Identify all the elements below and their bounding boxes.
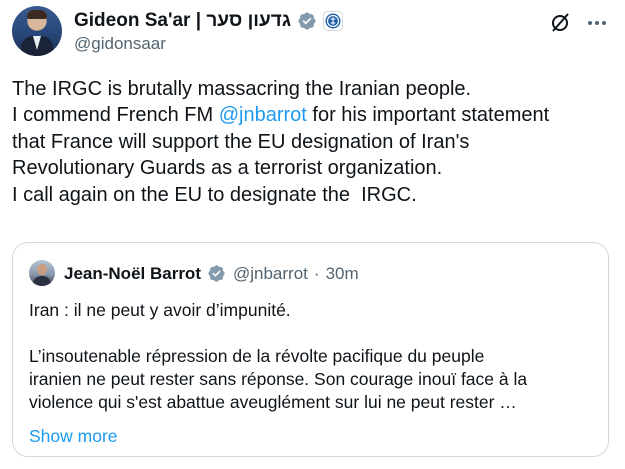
separator-dot: · xyxy=(313,264,320,283)
tweet-header: Gideon Sa'ar | גדעון סער @gidonsaar xyxy=(12,6,613,56)
tweet-line: I commend French FM @jnbarrot for his im… xyxy=(12,104,550,127)
author-handle[interactable]: @gidonsaar xyxy=(74,34,166,54)
tweet-line: The IRGC is brutally massacring the Iran… xyxy=(12,78,472,100)
quoted-author-handle[interactable]: @jnbarrot xyxy=(233,264,308,284)
author-avatar[interactable] xyxy=(12,6,62,56)
show-more-link[interactable]: Show more xyxy=(29,426,118,447)
quoted-line: iranien ne peut rester sans réponse. Son… xyxy=(29,369,528,389)
tweet-line: Revolutionary Guards as a terrorist orga… xyxy=(12,157,443,180)
author-name-row: Gideon Sa'ar | גדעון סער xyxy=(74,10,343,32)
quoted-tweet-card[interactable]: Jean-Noël Barrot @jnbarrot · 30m Iran : … xyxy=(12,242,609,457)
tweet-line: that France will support the EU designat… xyxy=(12,130,470,153)
government-emblem-icon[interactable] xyxy=(322,11,343,31)
more-options-icon[interactable] xyxy=(587,13,607,33)
quoted-author-avatar[interactable] xyxy=(29,260,55,286)
quoted-author-row: Jean-Noël Barrot @jnbarrot · 30m xyxy=(64,264,359,284)
tweet-line: I call again on the EU to designate the … xyxy=(12,183,417,206)
author-display-name[interactable]: Gideon Sa'ar | גדעון סער xyxy=(74,10,291,32)
quoted-timestamp[interactable]: 30m xyxy=(326,264,359,284)
quoted-line: L’insoutenable répression de la révolte … xyxy=(29,346,485,366)
mention-link[interactable]: @jnbarrot xyxy=(219,104,307,126)
tweet-actions-top xyxy=(549,12,607,34)
verified-badge-icon[interactable] xyxy=(207,264,227,284)
quoted-tweet-text: Iran : il ne peut y avoir d’impunité. L’… xyxy=(29,299,599,414)
tweet-text: The IRGC is brutally massacring the Iran… xyxy=(12,76,613,208)
quoted-line: violence qui s'est abattue aveuglément s… xyxy=(29,392,517,412)
grok-icon[interactable] xyxy=(549,12,571,34)
quoted-author-name[interactable]: Jean-Noël Barrot xyxy=(64,264,201,284)
quoted-paragraph: Iran : il ne peut y avoir d’impunité. xyxy=(29,300,291,320)
verified-badge-icon[interactable] xyxy=(297,11,317,31)
